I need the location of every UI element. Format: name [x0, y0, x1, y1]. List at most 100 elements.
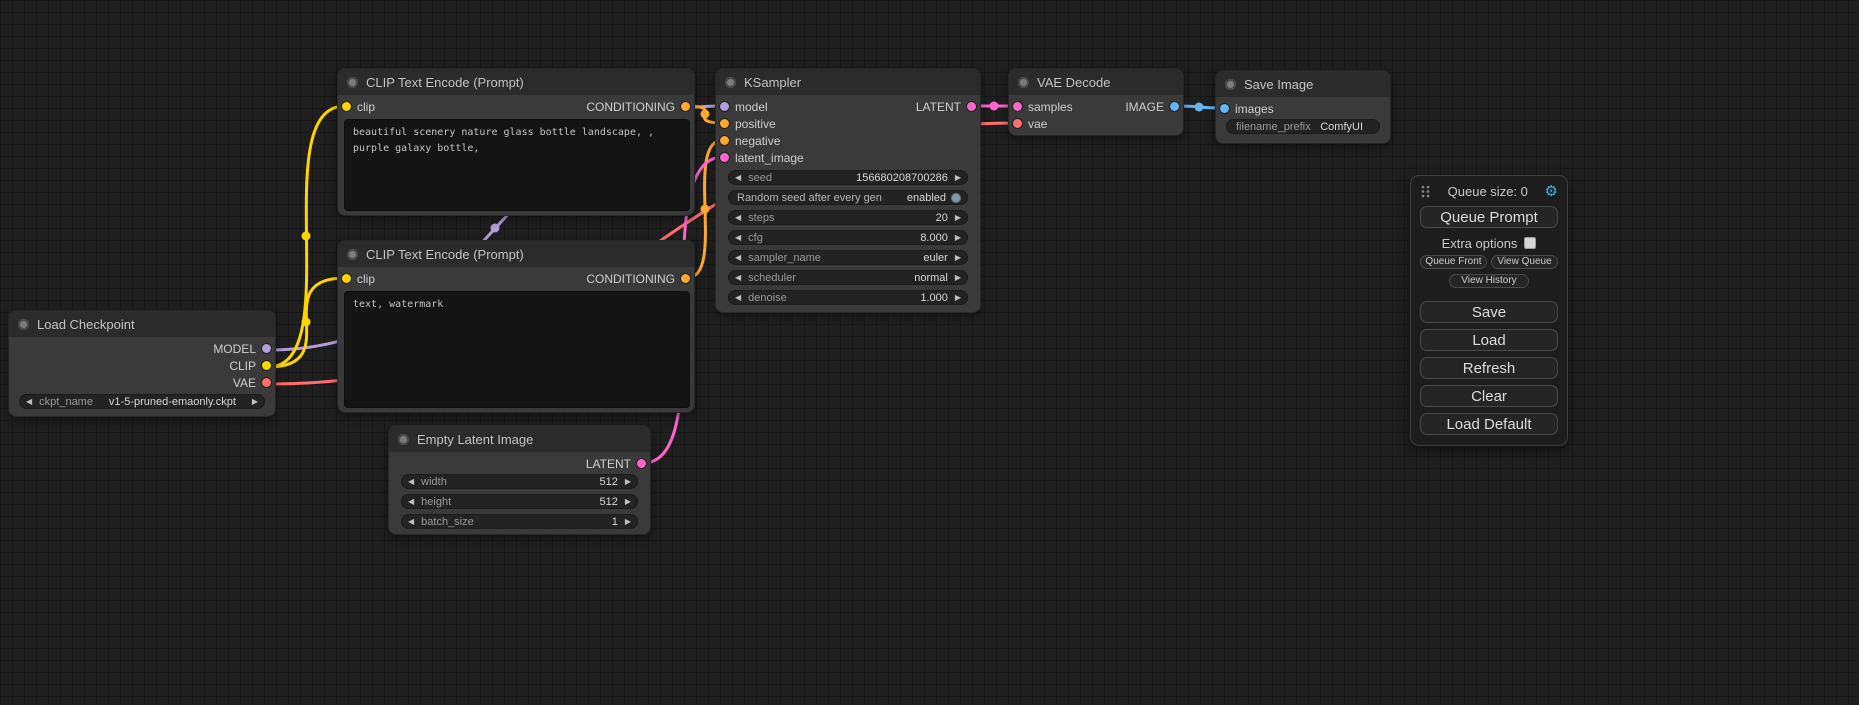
load-button[interactable]: Load [1420, 329, 1558, 351]
widget-filename-prefix[interactable]: filename_prefix ComfyUI [1226, 119, 1380, 134]
output-slot-conditioning[interactable]: CONDITIONING [586, 270, 694, 287]
vae-output-dot-icon[interactable] [262, 378, 271, 387]
model-input-dot-icon[interactable] [720, 102, 729, 111]
stepper-right-icon[interactable]: ▶ [955, 254, 961, 262]
input-slot-images[interactable]: images [1216, 100, 1274, 117]
latent-input-dot-icon[interactable] [1013, 102, 1022, 111]
stepper-right-icon[interactable]: ▶ [955, 294, 961, 302]
node-title-bar[interactable]: Load Checkpoint [9, 311, 275, 337]
widget-random-seed[interactable]: Random seed after every gen enabled [728, 190, 968, 205]
queue-front-button[interactable]: Queue Front [1420, 255, 1487, 269]
node-clip-text-encode-negative[interactable]: CLIP Text Encode (Prompt) clip CONDITION… [337, 240, 695, 413]
vae-input-dot-icon[interactable] [1013, 119, 1022, 128]
node-title-bar[interactable]: CLIP Text Encode (Prompt) [338, 69, 694, 95]
widget-height[interactable]: ◀ height 512 ▶ [401, 494, 638, 509]
stepper-left-icon[interactable]: ◀ [26, 398, 32, 406]
input-slot-samples[interactable]: samples [1009, 98, 1073, 115]
clip-output-dot-icon[interactable] [262, 361, 271, 370]
widget-width[interactable]: ◀ width 512 ▶ [401, 474, 638, 489]
collapse-dot-icon[interactable] [725, 77, 736, 88]
stepper-left-icon[interactable]: ◀ [735, 294, 741, 302]
stepper-right-icon[interactable]: ▶ [955, 174, 961, 182]
latent-output-dot-icon[interactable] [637, 459, 646, 468]
stepper-left-icon[interactable]: ◀ [408, 498, 414, 506]
output-slot-image[interactable]: IMAGE [1125, 98, 1183, 115]
extra-options-checkbox[interactable] [1524, 237, 1536, 249]
stepper-right-icon[interactable]: ▶ [625, 518, 631, 526]
stepper-right-icon[interactable]: ▶ [955, 214, 961, 222]
conditioning-output-dot-icon[interactable] [681, 102, 690, 111]
latent-input-dot-icon[interactable] [720, 153, 729, 162]
clip-input-dot-icon[interactable] [342, 274, 351, 283]
collapse-dot-icon[interactable] [1225, 79, 1236, 90]
settings-gear-icon[interactable]: ⚙ [1545, 184, 1558, 199]
conditioning-input-dot-icon[interactable] [720, 119, 729, 128]
widget-sampler-name[interactable]: ◀ sampler_name euler ▶ [728, 250, 968, 265]
drag-handle-icon[interactable] [1420, 184, 1431, 199]
input-slot-model[interactable]: model [716, 98, 804, 115]
node-title-bar[interactable]: KSampler [716, 69, 980, 95]
output-slot-latent[interactable]: LATENT [916, 98, 980, 115]
output-slot-vae[interactable]: VAE [233, 374, 275, 391]
stepper-left-icon[interactable]: ◀ [735, 174, 741, 182]
node-title-bar[interactable]: Save Image [1216, 71, 1390, 97]
input-slot-clip[interactable]: clip [338, 98, 375, 115]
widget-scheduler[interactable]: ◀ scheduler normal ▶ [728, 270, 968, 285]
widget-ckpt-name[interactable]: ◀ ckpt_name v1-5-pruned-emaonly.ckpt ▶ [19, 394, 265, 409]
model-output-dot-icon[interactable] [262, 344, 271, 353]
conditioning-input-dot-icon[interactable] [720, 136, 729, 145]
latent-output-dot-icon[interactable] [967, 102, 976, 111]
node-ksampler[interactable]: KSampler model positive negative lat [715, 68, 981, 313]
stepper-left-icon[interactable]: ◀ [408, 518, 414, 526]
save-button[interactable]: Save [1420, 301, 1558, 323]
widget-cfg[interactable]: ◀ cfg 8.000 ▶ [728, 230, 968, 245]
clear-button[interactable]: Clear [1420, 385, 1558, 407]
stepper-left-icon[interactable]: ◀ [408, 478, 414, 486]
input-slot-negative[interactable]: negative [716, 132, 804, 149]
image-input-dot-icon[interactable] [1220, 104, 1229, 113]
node-load-checkpoint[interactable]: Load Checkpoint MODEL CLIP VAE ◀ ckpt_na… [8, 310, 276, 417]
stepper-right-icon[interactable]: ▶ [955, 234, 961, 242]
widget-steps[interactable]: ◀ steps 20 ▶ [728, 210, 968, 225]
collapse-dot-icon[interactable] [1018, 77, 1029, 88]
collapse-dot-icon[interactable] [18, 319, 29, 330]
input-slot-vae[interactable]: vae [1009, 115, 1183, 132]
conditioning-output-dot-icon[interactable] [681, 274, 690, 283]
node-clip-text-encode-positive[interactable]: CLIP Text Encode (Prompt) clip CONDITION… [337, 68, 695, 216]
stepper-left-icon[interactable]: ◀ [735, 234, 741, 242]
queue-prompt-button[interactable]: Queue Prompt [1420, 206, 1558, 228]
node-title-bar[interactable]: Empty Latent Image [389, 426, 650, 452]
input-slot-latent-image[interactable]: latent_image [716, 149, 804, 166]
clip-input-dot-icon[interactable] [342, 102, 351, 111]
widget-seed[interactable]: ◀ seed 156680208700286 ▶ [728, 170, 968, 185]
collapse-dot-icon[interactable] [398, 434, 409, 445]
input-slot-clip[interactable]: clip [338, 270, 375, 287]
output-slot-model[interactable]: MODEL [213, 340, 275, 357]
output-slot-latent[interactable]: LATENT [586, 455, 650, 472]
positive-prompt-textarea[interactable] [344, 119, 690, 211]
output-slot-clip[interactable]: CLIP [229, 357, 275, 374]
widget-batch-size[interactable]: ◀ batch_size 1 ▶ [401, 514, 638, 529]
stepper-right-icon[interactable]: ▶ [252, 398, 258, 406]
stepper-right-icon[interactable]: ▶ [625, 478, 631, 486]
input-slot-positive[interactable]: positive [716, 115, 804, 132]
stepper-left-icon[interactable]: ◀ [735, 214, 741, 222]
stepper-right-icon[interactable]: ▶ [955, 274, 961, 282]
view-history-button[interactable]: View History [1449, 274, 1529, 288]
collapse-dot-icon[interactable] [347, 249, 358, 260]
node-title-bar[interactable]: CLIP Text Encode (Prompt) [338, 241, 694, 267]
node-save-image[interactable]: Save Image images filename_prefix ComfyU… [1215, 70, 1391, 144]
toggle-knob-icon[interactable] [951, 193, 961, 203]
stepper-left-icon[interactable]: ◀ [735, 254, 741, 262]
node-title-bar[interactable]: VAE Decode [1009, 69, 1183, 95]
node-vae-decode[interactable]: VAE Decode samples IMAGE vae [1008, 68, 1184, 136]
stepper-right-icon[interactable]: ▶ [625, 498, 631, 506]
stepper-left-icon[interactable]: ◀ [735, 274, 741, 282]
negative-prompt-textarea[interactable] [344, 291, 690, 408]
refresh-button[interactable]: Refresh [1420, 357, 1558, 379]
load-default-button[interactable]: Load Default [1420, 413, 1558, 435]
widget-denoise[interactable]: ◀ denoise 1.000 ▶ [728, 290, 968, 305]
view-queue-button[interactable]: View Queue [1491, 255, 1558, 269]
node-empty-latent-image[interactable]: Empty Latent Image LATENT ◀ width 512 ▶ … [388, 425, 651, 535]
collapse-dot-icon[interactable] [347, 77, 358, 88]
